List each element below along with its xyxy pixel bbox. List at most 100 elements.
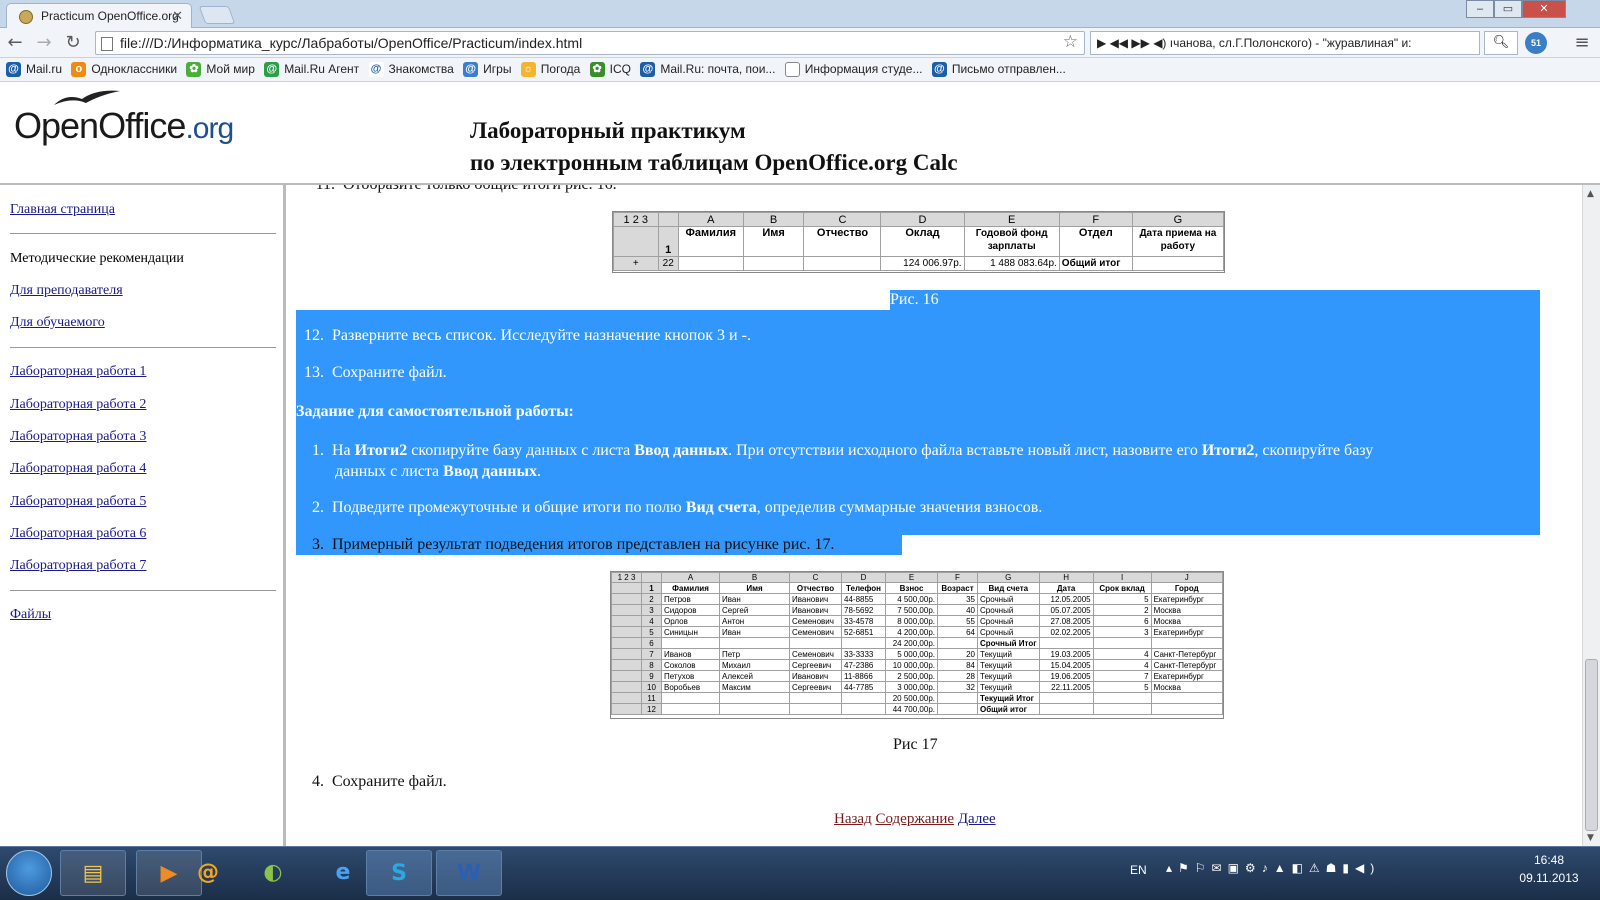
table-cell: 64 — [937, 626, 978, 638]
sidebar-link-lab-1[interactable]: Лабораторная работа 1 — [10, 364, 146, 380]
table-cell: Текущий — [977, 681, 1040, 693]
mailru-icon: @ — [640, 62, 656, 77]
header-cell: Взнос — [885, 582, 938, 594]
nav-contents-link[interactable]: Содержание — [875, 811, 954, 827]
col-header: A — [677, 212, 744, 227]
start-button[interactable] — [6, 850, 52, 896]
col-header: A — [661, 572, 720, 583]
mailru-icon: @ — [931, 62, 947, 77]
bookmark-item[interactable]: o Одноклассники — [71, 62, 177, 78]
reload-icon[interactable]: ↻ — [62, 32, 84, 54]
close-tab-icon[interactable]: ✕ — [172, 8, 183, 24]
wrench-menu-icon[interactable]: ≡ — [1572, 32, 1592, 54]
header-cell: Дата приема на работу — [1131, 226, 1225, 257]
sidebar-link-lab-5[interactable]: Лабораторная работа 5 — [10, 494, 146, 510]
bookmark-item[interactable]: ☼ Погода — [520, 62, 580, 78]
table-row: 5 Синицын Иван Семенович 52-6851 4 200,00р. 64… — [611, 626, 1224, 638]
table-cell: 2 — [1092, 604, 1152, 616]
scroll-down-icon[interactable]: ▼ — [1587, 833, 1594, 843]
moi-mir-icon: ✿ — [186, 62, 202, 77]
word-taskbar-icon[interactable]: W — [436, 850, 502, 896]
table-row: 8 Соколов Михаил Сергеевич 47-2386 10 000,00р… — [611, 659, 1224, 671]
sidebar-link-lab-3[interactable]: Лабораторная работа 3 — [10, 429, 146, 445]
bookmark-star-icon[interactable]: ☆ — [1063, 32, 1078, 52]
app-taskbar-icon[interactable]: ◐ — [240, 850, 306, 896]
header-cell: Вид счета — [977, 582, 1040, 594]
bookmark-item[interactable]: ✿ Мой мир — [186, 62, 255, 78]
list-item-11: 11. Отобразите только общие итоги рис. 1… — [307, 185, 617, 194]
search-button[interactable]: 🔍︎ — [1484, 31, 1518, 55]
table-cell — [1092, 703, 1152, 715]
table-cell — [1092, 692, 1152, 704]
table-cell: Срочный Итог — [977, 637, 1040, 649]
table-cell: 5 — [1092, 681, 1152, 693]
fast-forward-icon[interactable]: ▶▶ — [1131, 36, 1149, 50]
table-cell: 4 — [1092, 648, 1152, 660]
table-cell: 28 — [937, 670, 978, 682]
col-header: D — [880, 212, 965, 227]
table-cell: 19.03.2005 — [1038, 648, 1094, 660]
task-item-2: 2. Подведите промежуточные и общие итоги… — [312, 499, 1043, 516]
table-cell: 02.02.2005 — [1038, 626, 1094, 638]
table-cell — [1038, 692, 1094, 704]
sidebar-link-lab-4[interactable]: Лабораторная работа 4 — [10, 461, 146, 477]
row-number: 22 — [657, 256, 679, 271]
sidebar-heading-methodical: Методические рекомендации — [10, 251, 184, 266]
row-number: 10 — [641, 681, 662, 693]
scrollbar-thumb[interactable] — [1585, 659, 1598, 831]
address-bar[interactable]: file:///D:/Информатика_курс/Лабработы/Op… — [95, 31, 1085, 55]
table-cell: Антон — [719, 615, 790, 627]
header-cell: Фамилия — [661, 582, 720, 594]
rewind-icon[interactable]: ◀◀ — [1110, 36, 1128, 50]
maximize-button[interactable]: ▭ — [1494, 0, 1522, 18]
table-cell — [937, 637, 978, 649]
col-header: C — [803, 212, 882, 227]
extension-badge: 51 — [1530, 38, 1541, 48]
forward-arrow-icon[interactable]: → — [33, 32, 55, 54]
table-cell — [661, 703, 720, 715]
sidebar-link-lab-2[interactable]: Лабораторная работа 2 — [10, 397, 146, 413]
search-icon: 🔍︎ — [1492, 35, 1510, 50]
table-cell — [841, 692, 886, 704]
close-window-button[interactable]: ✕ — [1522, 0, 1566, 18]
page-scrollbar[interactable]: ▲ ▼ — [1582, 185, 1600, 846]
bookmark-item[interactable]: ✿ ICQ — [589, 62, 631, 78]
bookmark-item[interactable]: @ Mail.Ru: почта, пои... — [640, 62, 775, 78]
sidebar-link-home[interactable]: Главная страница — [10, 202, 115, 218]
url-text: file:///D:/Информатика_курс/Лабработы/Op… — [120, 35, 583, 51]
nav-back-link[interactable]: Назад — [834, 811, 872, 827]
bookmark-item[interactable]: @ Игры — [463, 62, 511, 78]
back-arrow-icon[interactable]: ← — [4, 32, 26, 54]
sidebar-link-lab-7[interactable]: Лабораторная работа 7 — [10, 558, 146, 574]
sidebar-link-student[interactable]: Для обучаемого — [10, 315, 105, 331]
tray-icons[interactable]: ▴⚑⚐✉▣⚙♪▲◧⚠☗▮◀) — [1166, 861, 1380, 875]
table-cell: 44 700,00р. — [885, 703, 938, 715]
mail-agent-taskbar-icon[interactable]: @ — [180, 850, 236, 896]
dating-icon: @ — [368, 62, 384, 77]
bookmark-item[interactable]: @ Знакомства — [368, 62, 454, 78]
table-cell: Текущий — [977, 670, 1040, 682]
cell-value: 1 488 083.64р. — [963, 256, 1060, 271]
extension-icon[interactable]: 51 — [1525, 32, 1547, 54]
minimize-button[interactable]: – — [1466, 0, 1494, 18]
bookmark-item[interactable]: @ Письмо отправлен... — [931, 62, 1066, 78]
new-tab-button[interactable] — [198, 6, 236, 24]
sidebar-link-files[interactable]: Файлы — [10, 607, 51, 623]
scroll-up-icon[interactable]: ▲ — [1587, 189, 1594, 199]
nav-next-link[interactable]: Далее — [958, 811, 996, 827]
header-cell: Отчество — [789, 582, 842, 594]
skype-taskbar-icon[interactable]: S — [366, 850, 432, 896]
bookmark-item[interactable]: @ Mail.Ru Агент — [264, 62, 359, 78]
sidebar-link-teacher[interactable]: Для преподавателя — [10, 283, 123, 299]
table-cell — [937, 692, 978, 704]
tab-practicum[interactable]: Practicum OpenOffice.org ✕ — [6, 3, 192, 28]
clock[interactable]: 16:48 09.11.2013 — [1510, 851, 1588, 887]
play-icon[interactable]: ▶ — [1097, 36, 1106, 50]
bookmark-item[interactable]: @ Mail.ru — [6, 62, 62, 78]
sidebar-link-lab-6[interactable]: Лабораторная работа 6 — [10, 526, 146, 542]
volume-icon[interactable]: ◀) — [1153, 36, 1166, 50]
language-indicator[interactable]: EN — [1130, 863, 1147, 877]
bookmark-item[interactable]: Информация студе... — [784, 62, 922, 78]
media-player-bar[interactable]: ▶ ◀◀ ▶▶ ◀) ıчанова, сл.Г.Полонского) - "… — [1090, 31, 1480, 55]
explorer-taskbar-icon[interactable]: ▤ — [60, 850, 126, 896]
